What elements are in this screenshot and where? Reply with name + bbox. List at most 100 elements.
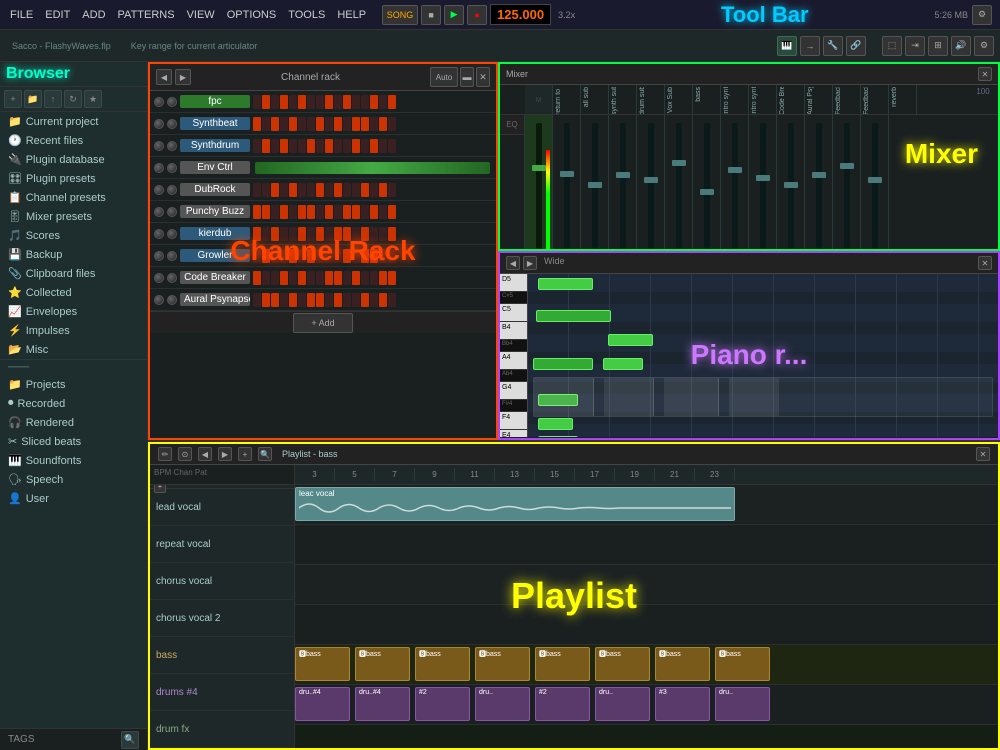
toolbar-icon-4[interactable]: 🔗 <box>846 36 866 56</box>
menu-patterns[interactable]: PATTERNS <box>112 7 181 23</box>
menu-options[interactable]: OPTIONS <box>221 7 283 23</box>
pr-fwd[interactable]: ▶ <box>523 256 537 270</box>
search-btn[interactable]: 🔍 <box>121 731 139 749</box>
clip-bass-6[interactable]: 🅱bass <box>595 647 650 681</box>
clip-bass-3[interactable]: 🅱bass <box>415 647 470 681</box>
knob-10[interactable] <box>167 185 177 195</box>
sidebar-item-projects[interactable]: 📁 Projects <box>0 375 147 394</box>
toolbar-icon-2[interactable]: → <box>800 36 820 56</box>
sidebar-item-clipboard[interactable]: 📎 Clipboard files <box>0 264 147 283</box>
play-btn[interactable]: ▶ <box>444 5 464 25</box>
sidebar-btn-refresh[interactable]: ↻ <box>64 90 82 108</box>
mixer-fader-5[interactable] <box>637 115 665 251</box>
channel-name-synthbeat[interactable]: Synthbeat <box>180 117 250 130</box>
sidebar-item-sliced-beats[interactable]: ✂ Sliced beats <box>0 432 147 451</box>
mixer-ch-7[interactable]: intro synth 1 <box>721 85 749 114</box>
clip-drums-8[interactable]: dru.. <box>715 687 770 721</box>
menu-tools[interactable]: TOOLS <box>282 7 331 23</box>
sidebar-item-impulses[interactable]: ⚡ Impulses <box>0 321 147 340</box>
sidebar-btn-folder[interactable]: 📁 <box>24 90 42 108</box>
sidebar-item-rendered[interactable]: 🎧 Rendered <box>0 413 147 432</box>
knob-9[interactable] <box>154 185 164 195</box>
bpm-display[interactable]: 125.000 <box>490 4 551 25</box>
knob-2[interactable] <box>167 97 177 107</box>
sidebar-item-current-project[interactable]: 📁 Current project <box>0 112 147 131</box>
mixer-ch-12[interactable]: Feedbacker <box>861 85 889 114</box>
track-chorus-vocal[interactable]: chorus vocal <box>150 563 294 600</box>
cr-back-btn[interactable]: ◀ <box>156 69 172 85</box>
sidebar-item-channel-presets[interactable]: 📋 Channel presets <box>0 188 147 207</box>
clip-bass-8[interactable]: 🅱bass <box>715 647 770 681</box>
knob-17[interactable] <box>154 273 164 283</box>
cpu-btn[interactable]: ⚙ <box>972 5 992 25</box>
pl-zoom-out[interactable]: 🔍 <box>258 447 272 461</box>
record-btn[interactable]: ● <box>467 5 487 25</box>
clip-bass-4[interactable]: 🅱bass <box>475 647 530 681</box>
sidebar-item-recorded[interactable]: ⏺ Recorded <box>0 394 147 413</box>
clip-drums-3[interactable]: #2 <box>415 687 470 721</box>
knob-11[interactable] <box>154 207 164 217</box>
sidebar-item-mixer-presets[interactable]: 🎚 Mixer presets <box>0 207 147 226</box>
mixer-ch-3[interactable]: synth sub <box>609 85 637 114</box>
pl-tool-2[interactable]: ⊙ <box>178 447 192 461</box>
knob-1[interactable] <box>154 97 164 107</box>
cr-close[interactable]: ✕ <box>476 67 490 87</box>
menu-edit[interactable]: EDIT <box>39 7 76 23</box>
pr-back[interactable]: ◀ <box>506 256 520 270</box>
sidebar-item-user[interactable]: 👤 User <box>0 489 147 508</box>
mixer-fader-2[interactable] <box>553 115 581 251</box>
clip-drums-7[interactable]: #3 <box>655 687 710 721</box>
mixer-close[interactable]: ✕ <box>978 67 992 81</box>
mixer-fader-9[interactable] <box>749 115 777 251</box>
clip-drums-1[interactable]: dru..#4 <box>295 687 350 721</box>
channel-name-dubrock[interactable]: DubRock <box>180 183 250 196</box>
menu-help[interactable]: HELP <box>331 7 372 23</box>
note-d5[interactable] <box>538 278 593 290</box>
knob-15[interactable] <box>154 251 164 261</box>
pl-fwd[interactable]: ▶ <box>218 447 232 461</box>
channel-name-punchybuzz[interactable]: Punchy Buzz <box>180 205 250 218</box>
knob-3[interactable] <box>154 119 164 129</box>
clip-bass-7[interactable]: 🅱bass <box>655 647 710 681</box>
sidebar-item-collected[interactable]: ⭐ Collected <box>0 283 147 302</box>
clip-lead-vocal[interactable]: leac vocal <box>295 487 735 521</box>
menu-file[interactable]: FILE <box>4 7 39 23</box>
mixer-fader-7[interactable] <box>693 115 721 251</box>
mixer-ch-10[interactable]: Aural Psynapse <box>805 85 833 114</box>
mixer-ch-13[interactable]: reverb <box>889 85 917 114</box>
channel-name-envctrl[interactable]: Env Ctrl <box>180 161 250 174</box>
mixer-ch-5[interactable]: Vox Sub <box>665 85 693 114</box>
sidebar-item-recent-files[interactable]: 🕐 Recent files <box>0 131 147 150</box>
pl-tool-1[interactable]: ✏ <box>158 447 172 461</box>
mixer-fader-3[interactable] <box>581 115 609 251</box>
sidebar-btn-arrow[interactable]: ↑ <box>44 90 62 108</box>
mixer-fader-12[interactable] <box>833 115 861 251</box>
sidebar-btn-add[interactable]: + <box>4 90 22 108</box>
note-a4[interactable] <box>533 358 593 370</box>
channel-name-synthdrum[interactable]: Synthdrum <box>180 139 250 152</box>
knob-20[interactable] <box>167 295 177 305</box>
mixer-ch-6[interactable]: bass <box>693 85 721 114</box>
mixer-ch-2[interactable]: all sub <box>581 85 609 114</box>
knob-7[interactable] <box>154 163 164 173</box>
clip-bass-5[interactable]: 🅱bass <box>535 647 590 681</box>
knob-19[interactable] <box>154 295 164 305</box>
mixer-ch-8[interactable]: intro synth 2 <box>749 85 777 114</box>
mixer-ch-11[interactable]: Feedbacker 2 <box>833 85 861 114</box>
knob-5[interactable] <box>154 141 164 151</box>
sidebar-item-plugin-presets[interactable]: 🎛 Plugin presets <box>0 169 147 188</box>
toolbar-icon-1[interactable]: 🎹 <box>777 36 797 56</box>
sidebar-item-scores[interactable]: 🎵 Scores <box>0 226 147 245</box>
clip-bass-1[interactable]: 🅱bass <box>295 647 350 681</box>
note-e4[interactable] <box>538 436 578 437</box>
knob-8[interactable] <box>167 163 177 173</box>
mixer-fader-13[interactable] <box>861 115 889 251</box>
track-lead-vocal[interactable]: lead vocal <box>150 489 294 526</box>
cr-add-channel[interactable]: + Add <box>293 313 353 333</box>
track-drum-fx[interactable]: drum fx <box>150 711 294 748</box>
sidebar-item-soundfonts[interactable]: 🎹 Soundfonts <box>0 451 147 470</box>
toolbar-icon-6[interactable]: ⇥ <box>905 36 925 56</box>
mixer-ch-1[interactable]: return to new <box>553 85 581 114</box>
clip-drums-4[interactable]: dru.. <box>475 687 530 721</box>
clip-drums-6[interactable]: dru.. <box>595 687 650 721</box>
